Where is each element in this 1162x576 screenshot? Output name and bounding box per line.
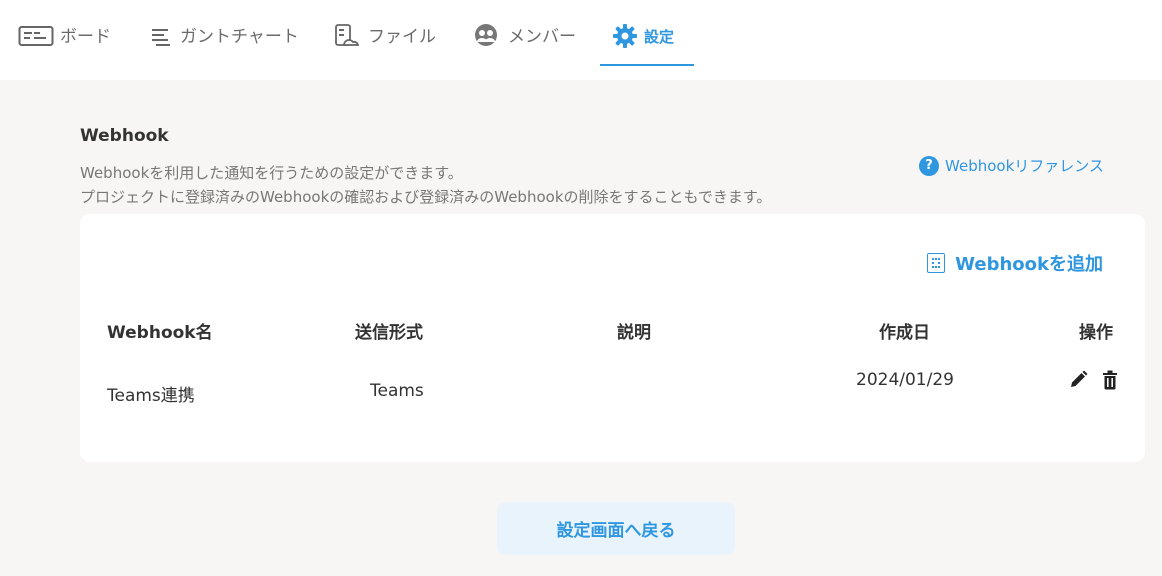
edit-icon[interactable] [1068, 369, 1088, 391]
tab-gantt[interactable]: ガントチャート [146, 24, 299, 66]
board-icon [18, 24, 54, 48]
section-description-1: Webhookを利用した通知を行うための設定ができます。 [80, 164, 463, 182]
back-to-settings-button[interactable]: 設定画面へ戻る [497, 502, 735, 555]
add-webhook-label: Webhookを追加 [955, 254, 1103, 275]
row-1-name: Teams連携 [107, 386, 195, 406]
row-1-created: 2024/01/29 [856, 370, 954, 390]
section-title: Webhook [80, 126, 169, 146]
column-header-actions: 操作 [1079, 323, 1113, 343]
gear-icon [612, 24, 638, 48]
help-icon: ? [919, 155, 940, 176]
column-header-format: 送信形式 [355, 323, 423, 343]
webhook-reference-label: Webhookリファレンス [945, 157, 1104, 175]
row-1-actions [1068, 369, 1120, 391]
add-webhook-button[interactable]: Webhookを追加 [927, 250, 1103, 276]
section-description-2: プロジェクトに登録済みのWebhookの確認および登録済みのWebhookの削除… [80, 188, 772, 206]
add-webhook-icon [927, 253, 946, 273]
file-icon [330, 24, 362, 48]
tab-file-label: ファイル [368, 27, 436, 47]
column-header-description: 説明 [617, 323, 651, 343]
column-header-created: 作成日 [879, 323, 930, 343]
tab-bar: ボード ガントチャート ファイル メンバー 設定 [0, 0, 1162, 80]
tab-board-label: ボード [60, 27, 111, 47]
tab-board[interactable]: ボード [18, 24, 111, 66]
members-icon [470, 24, 502, 48]
row-1-format: Teams [370, 381, 424, 401]
tab-file[interactable]: ファイル [330, 24, 436, 66]
tab-gantt-label: ガントチャート [180, 27, 299, 47]
delete-icon[interactable] [1100, 369, 1120, 391]
tab-settings-label: 設定 [644, 28, 675, 46]
column-header-name: Webhook名 [107, 323, 213, 343]
webhook-card: Webhookを追加 Webhook名 送信形式 説明 作成日 操作 Teams… [80, 214, 1145, 462]
tab-settings[interactable]: 設定 [600, 24, 694, 66]
webhook-reference-link[interactable]: ? Webhookリファレンス [919, 155, 1104, 176]
tab-members[interactable]: メンバー [470, 24, 576, 66]
tab-members-label: メンバー [508, 27, 576, 47]
gantt-icon [146, 24, 174, 48]
